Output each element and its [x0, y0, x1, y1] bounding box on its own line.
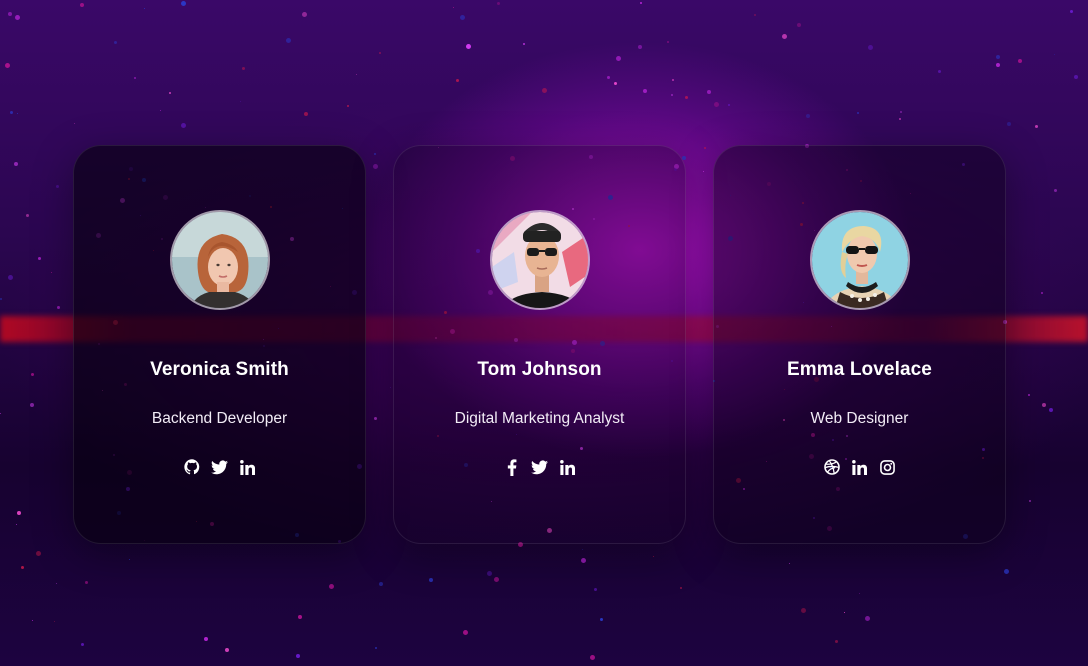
avatar — [490, 210, 590, 310]
avatar-photo — [492, 212, 588, 308]
avatar-photo — [172, 212, 268, 308]
avatar — [170, 210, 270, 310]
facebook-icon[interactable] — [503, 458, 520, 476]
twitter-icon[interactable] — [531, 459, 548, 476]
profile-card: Emma Lovelace Web Designer — [713, 145, 1006, 544]
linkedin-icon[interactable] — [559, 459, 576, 476]
social-links — [394, 457, 685, 477]
dribbble-icon[interactable] — [823, 459, 840, 476]
github-icon[interactable] — [183, 459, 200, 476]
twitter-icon[interactable] — [211, 459, 228, 476]
profile-card: Tom Johnson Digital Marketing Analyst — [393, 145, 686, 544]
avatar — [810, 210, 910, 310]
member-role: Backend Developer — [151, 410, 288, 427]
member-role: Digital Marketing Analyst — [454, 410, 625, 427]
member-name: Emma Lovelace — [787, 359, 932, 380]
social-links — [714, 457, 1005, 477]
member-name: Tom Johnson — [477, 359, 602, 380]
profile-card: Veronica Smith Backend Developer — [73, 145, 366, 544]
team-cards: Veronica Smith Backend Developer Tom Joh… — [0, 0, 1088, 666]
member-name: Veronica Smith — [150, 359, 289, 380]
linkedin-icon[interactable] — [239, 459, 256, 476]
social-links — [74, 457, 365, 477]
member-role: Web Designer — [810, 410, 909, 427]
linkedin-icon[interactable] — [851, 459, 868, 476]
avatar-photo — [812, 212, 908, 308]
instagram-icon[interactable] — [879, 459, 896, 476]
